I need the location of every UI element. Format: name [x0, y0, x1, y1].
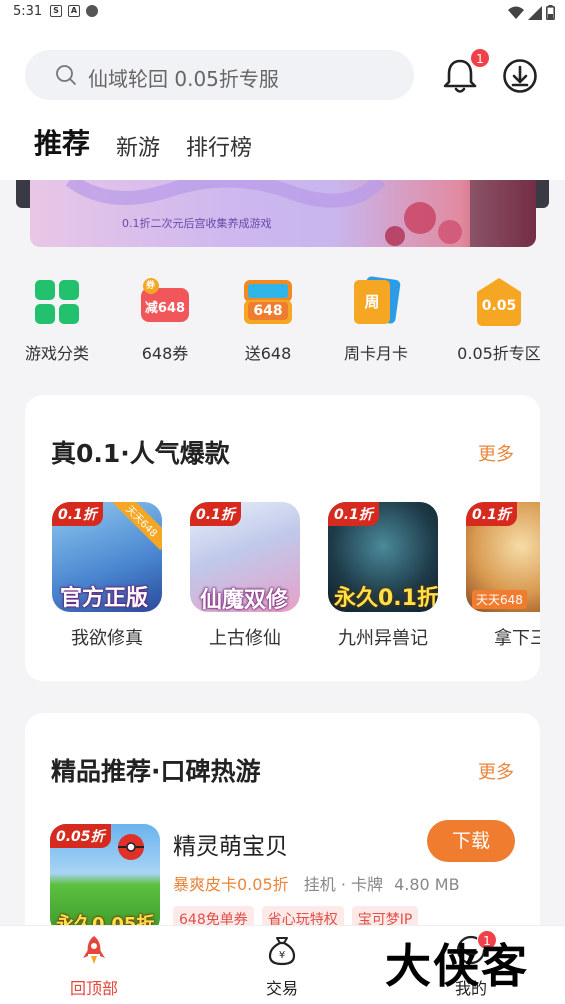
- quick-entry-week-month-card[interactable]: 周 周卡月卡: [326, 276, 426, 364]
- discount-tag: 0.1折: [52, 502, 103, 526]
- tab-recommend[interactable]: 推荐: [34, 122, 90, 164]
- quick-entry-label: 周卡月卡: [343, 344, 408, 363]
- dot-icon: [86, 5, 98, 17]
- game-name: 拿下三: [494, 628, 540, 649]
- nav-trade[interactable]: ¥ 交易: [242, 934, 322, 999]
- battery-icon: [546, 5, 555, 20]
- nav-back-to-top[interactable]: 回顶部: [54, 934, 134, 999]
- section-title: 精品推荐·口碑热游: [51, 757, 261, 786]
- game-highlight: 暴爽皮卡0.05折: [173, 875, 289, 894]
- recommend-game-name: 精灵萌宝贝: [173, 834, 288, 860]
- hot-more-link[interactable]: 更多: [478, 440, 514, 466]
- game-icon: 0.1折 永久0.1折: [328, 502, 438, 612]
- category-tabs: 推荐 新游 排行榜: [34, 122, 278, 164]
- coupon-corner-text: 券: [146, 281, 156, 291]
- recommend-more-link[interactable]: 更多: [478, 758, 514, 784]
- gift-icon-text: 648: [253, 303, 283, 319]
- section-title: 真0.1·人气爆款: [51, 439, 230, 468]
- coupon-icon: 券 减648: [139, 276, 191, 328]
- discount-tag: 0.1折: [466, 502, 517, 526]
- search-bar[interactable]: 仙域轮回 0.05折专服: [25, 50, 414, 100]
- hot-games-card: 真0.1·人气爆款 更多 0.1折 天天648 官方正版 我欲修真 0.1折 仙…: [25, 395, 540, 681]
- grid-icon: [31, 276, 83, 328]
- banner-subtitle: 0.1折二次元后宫收集养成游戏: [122, 217, 272, 230]
- game-icon: 0.1折 天天648 官方正版: [52, 502, 162, 612]
- corner-tag: 天天648: [472, 590, 527, 609]
- tab-ranking[interactable]: 排行榜: [186, 130, 252, 164]
- gift-648-icon: 648: [242, 276, 294, 328]
- s-app-icon: S: [50, 5, 62, 17]
- recommend-tags: 648免单券 省心玩特权 宝可梦IP: [173, 906, 419, 925]
- game-name: 上古修仙: [209, 628, 281, 649]
- nav-label: 交易: [265, 979, 298, 998]
- recommend-game-icon[interactable]: 0.05折 永久0.05折: [50, 824, 160, 925]
- game-icon: 0.1折 天天648: [466, 502, 540, 612]
- game-item[interactable]: 0.1折 天天648 官方正版 我欲修真: [51, 502, 163, 650]
- game-size: 4.80 MB: [394, 875, 460, 894]
- game-item[interactable]: 0.1折 仙魔双修 上古修仙: [189, 502, 301, 650]
- game-ribbon: 仙魔双修: [200, 588, 289, 612]
- quick-entry-label: 648券: [141, 344, 189, 363]
- quick-entries: 游戏分类 券 减648 648券 648 送648 周 周卡月卡 0.05 0.…: [0, 276, 565, 366]
- wifi-icon: [508, 6, 524, 19]
- game-item[interactable]: 0.1折 天天648 拿下三: [465, 502, 540, 650]
- status-time: 5:31: [13, 4, 43, 19]
- banner-carousel: 0.1折二次元后宫收集养成游戏: [0, 180, 565, 250]
- game-genre: 挂机 · 卡牌: [303, 875, 383, 894]
- status-system-icons: [508, 5, 555, 20]
- quick-entry-game-category[interactable]: 游戏分类: [7, 276, 107, 364]
- recommend-game-meta: 暴爽皮卡0.05折 挂机 · 卡牌 4.80 MB: [173, 871, 460, 895]
- money-bag-icon: ¥: [266, 934, 298, 966]
- banner-next-edge: [535, 180, 549, 208]
- game-ribbon: 官方正版: [60, 586, 149, 611]
- top-header: 仙域轮回 0.05折专服 1 推荐 新游 排行榜: [0, 26, 565, 180]
- feature-tag: 宝可梦IP: [351, 906, 419, 925]
- download-manager-button[interactable]: [502, 58, 538, 94]
- svg-text:¥: ¥: [279, 950, 285, 961]
- quick-entry-label: 游戏分类: [24, 344, 89, 363]
- quick-entry-648-coupon[interactable]: 券 减648 648券: [115, 276, 215, 364]
- quick-entry-gift-648[interactable]: 648 送648: [218, 276, 318, 364]
- feature-tag: 648免单券: [173, 906, 254, 925]
- discount-icon-text: 0.05: [481, 298, 517, 314]
- game-icon: 0.1折 仙魔双修: [190, 502, 300, 612]
- signal-icon: [528, 5, 542, 20]
- recommend-card: 精品推荐·口碑热游 更多 0.05折 永久0.05折 精灵萌宝贝 暴爽皮卡0.0…: [25, 713, 540, 925]
- rocket-icon: [78, 934, 110, 966]
- week-card-icon-text: 周: [364, 293, 380, 311]
- watermark-text: 大侠客: [385, 939, 529, 993]
- game-name: 我欲修真: [71, 628, 143, 649]
- search-icon: [56, 65, 76, 85]
- quick-entry-discount-zone[interactable]: 0.05 0.05折专区: [449, 276, 549, 364]
- game-ribbon: 永久0.1折: [334, 586, 438, 611]
- coupon-icon-text: 减648: [144, 301, 186, 316]
- notification-button[interactable]: 1: [440, 48, 490, 96]
- discount-tag: 0.1折: [190, 502, 241, 526]
- quick-entry-label: 送648: [244, 344, 292, 363]
- banner-image[interactable]: 0.1折二次元后宫收集养成游戏: [30, 180, 536, 247]
- status-bar: 5:31 S A: [0, 0, 565, 26]
- status-app-icons: S A: [50, 5, 98, 17]
- tab-new-games[interactable]: 新游: [116, 130, 160, 164]
- notification-badge: 1: [470, 48, 490, 68]
- feature-tag: 省心玩特权: [261, 906, 344, 925]
- a-app-icon: A: [68, 5, 80, 17]
- pokeball-icon: [118, 834, 144, 860]
- corner-tag: 天天648: [112, 502, 162, 551]
- discount-tag: 0.1折: [328, 502, 379, 526]
- quick-entry-label: 0.05折专区: [457, 344, 541, 363]
- week-card-icon: 周: [350, 276, 402, 328]
- download-icon: [503, 59, 537, 93]
- game-ribbon: 永久0.05折: [56, 914, 155, 925]
- banner-art: [65, 180, 536, 247]
- game-item[interactable]: 0.1折 永久0.1折 九州异兽记: [327, 502, 439, 650]
- nav-label: 回顶部: [69, 979, 118, 998]
- game-name: 九州异兽记: [338, 628, 428, 649]
- discount-tag: 0.05折: [50, 824, 111, 848]
- search-placeholder: 仙域轮回 0.05折专服: [88, 67, 279, 91]
- discount-zone-icon: 0.05: [473, 276, 525, 328]
- download-button[interactable]: 下载: [427, 820, 515, 862]
